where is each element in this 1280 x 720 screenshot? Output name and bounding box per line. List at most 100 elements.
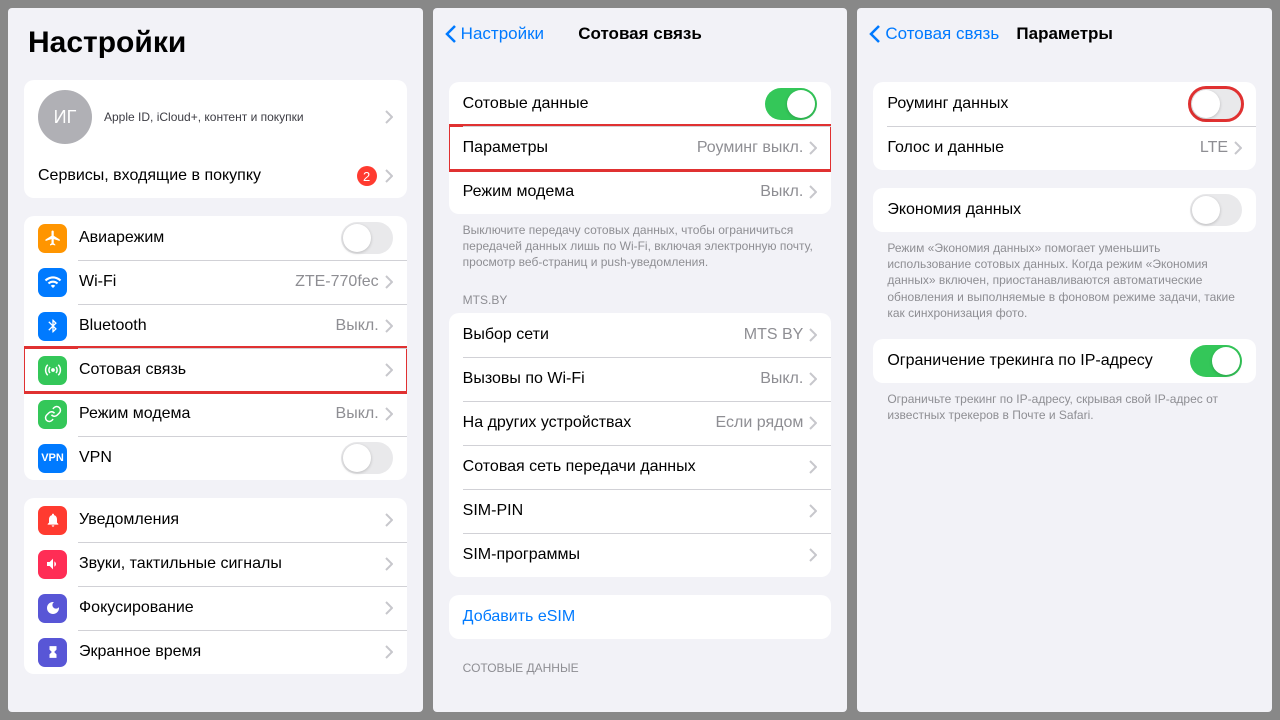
chevron-right-icon	[809, 185, 817, 199]
avatar: ИГ	[38, 90, 92, 144]
bluetooth-icon	[38, 312, 67, 341]
settings-row[interactable]: VPN VPN	[24, 436, 407, 480]
toggle-switch[interactable]	[1190, 345, 1242, 377]
row-label: Режим модема	[463, 183, 761, 201]
chevron-right-icon	[385, 645, 393, 659]
footer-note: Режим «Экономия данных» помогает уменьши…	[873, 232, 1256, 321]
roaming-group: Роуминг данных Голос и данныеLTE	[873, 82, 1256, 170]
speaker-icon	[38, 550, 67, 579]
toggle-switch[interactable]	[341, 222, 393, 254]
airplane-icon	[38, 224, 67, 253]
row-label: Авиарежим	[79, 229, 341, 247]
settings-row[interactable]: Сотовые данные	[449, 82, 832, 126]
page-title: Настройки	[8, 8, 423, 72]
toggle-switch[interactable]	[1190, 88, 1242, 120]
row-label: Выбор сети	[463, 326, 744, 344]
settings-row[interactable]: Звуки, тактильные сигналы	[24, 542, 407, 586]
settings-row[interactable]: Экранное время	[24, 630, 407, 674]
add-esim-button[interactable]: Добавить eSIM	[449, 595, 832, 639]
settings-row[interactable]: Роуминг данных	[873, 82, 1256, 126]
chevron-right-icon	[385, 275, 393, 289]
settings-row[interactable]: Фокусирование	[24, 586, 407, 630]
chevron-right-icon	[385, 407, 393, 421]
chevron-left-icon	[869, 24, 881, 44]
toggle-switch[interactable]	[1190, 194, 1242, 226]
subscriptions-row[interactable]: Сервисы, входящие в покупку 2	[24, 154, 407, 198]
add-esim-group: Добавить eSIM	[449, 595, 832, 639]
row-label: Экономия данных	[887, 201, 1190, 219]
back-label: Сотовая связь	[885, 24, 999, 44]
row-label: Bluetooth	[79, 317, 336, 335]
carrier-group: Выбор сетиMTS BYВызовы по Wi-FiВыкл.На д…	[449, 313, 832, 577]
chevron-right-icon	[1234, 141, 1242, 155]
settings-row[interactable]: BluetoothВыкл.	[24, 304, 407, 348]
vpn-icon: VPN	[38, 444, 67, 473]
row-label: Голос и данные	[887, 139, 1200, 157]
toggle-switch[interactable]	[341, 442, 393, 474]
row-label: Сервисы, входящие в покупку	[38, 167, 357, 185]
chevron-right-icon	[385, 169, 393, 183]
row-label: Уведомления	[79, 511, 385, 529]
ip-tracking-group: Ограничение трекинга по IP-адресу	[873, 339, 1256, 383]
row-label: SIM-PIN	[463, 502, 810, 520]
apple-id-subtitle: Apple ID, iCloud+, контент и покупки	[104, 110, 385, 124]
cellular-data-group: Сотовые данныеПараметрыРоуминг выкл.Режи…	[449, 82, 832, 214]
chevron-right-icon	[385, 557, 393, 571]
chevron-right-icon	[809, 372, 817, 386]
settings-row[interactable]: SIM-PIN	[449, 489, 832, 533]
settings-row[interactable]: Wi-FiZTE-770fec	[24, 260, 407, 304]
row-label: Роуминг данных	[887, 95, 1190, 113]
bell-icon	[38, 506, 67, 535]
settings-row[interactable]: ПараметрыРоуминг выкл.	[449, 126, 832, 170]
chevron-right-icon	[809, 504, 817, 518]
footer-note: Ограничьте трекинг по IP-адресу, скрывая…	[873, 383, 1256, 423]
settings-row[interactable]: SIM-программы	[449, 533, 832, 577]
row-label: Сотовая сеть передачи данных	[463, 458, 810, 476]
row-label: Сотовые данные	[463, 95, 766, 113]
data-saver-group: Экономия данных	[873, 188, 1256, 232]
settings-row[interactable]: Режим модемаВыкл.	[24, 392, 407, 436]
settings-row[interactable]: На других устройствахЕсли рядом	[449, 401, 832, 445]
nav-header: Настройки Сотовая связь	[433, 8, 848, 52]
row-label: Ограничение трекинга по IP-адресу	[887, 352, 1190, 370]
chevron-right-icon	[809, 460, 817, 474]
settings-row[interactable]: Голос и данныеLTE	[873, 126, 1256, 170]
settings-row[interactable]: Уведомления	[24, 498, 407, 542]
row-label: Звуки, тактильные сигналы	[79, 555, 385, 573]
row-label: VPN	[79, 449, 341, 467]
settings-row[interactable]: Выбор сетиMTS BY	[449, 313, 832, 357]
row-detail: Выкл.	[336, 405, 379, 423]
chevron-right-icon	[385, 513, 393, 527]
notifications-group: Уведомления Звуки, тактильные сигналы Фоку…	[24, 498, 407, 674]
footer-note: Выключите передачу сотовых данных, чтобы…	[449, 214, 832, 271]
row-detail: Если рядом	[716, 414, 804, 432]
chevron-right-icon	[385, 363, 393, 377]
toggle-switch[interactable]	[765, 88, 817, 120]
apple-id-row[interactable]: ИГ Apple ID, iCloud+, контент и покупки	[24, 80, 407, 154]
settings-row[interactable]: Авиарежим	[24, 216, 407, 260]
options-pane: Сотовая связь Параметры Роуминг данныхГо…	[857, 8, 1272, 712]
link-icon	[38, 400, 67, 429]
settings-row[interactable]: Сотовая сеть передачи данных	[449, 445, 832, 489]
settings-row[interactable]: Сотовая связь	[24, 348, 407, 392]
row-detail: Роуминг выкл.	[697, 139, 804, 157]
back-button[interactable]: Настройки	[445, 24, 544, 44]
back-label: Настройки	[461, 24, 544, 44]
row-detail: Выкл.	[336, 317, 379, 335]
row-detail: MTS BY	[744, 326, 804, 344]
chevron-right-icon	[809, 328, 817, 342]
back-button[interactable]: Сотовая связь	[869, 24, 999, 44]
row-detail: LTE	[1200, 139, 1228, 157]
settings-row[interactable]: Экономия данных	[873, 188, 1256, 232]
settings-row[interactable]: Ограничение трекинга по IP-адресу	[873, 339, 1256, 383]
badge-count: 2	[357, 166, 377, 186]
row-label: Экранное время	[79, 643, 385, 661]
settings-row[interactable]: Вызовы по Wi-FiВыкл.	[449, 357, 832, 401]
apple-id-group: ИГ Apple ID, iCloud+, контент и покупки …	[24, 80, 407, 198]
row-label: На других устройствах	[463, 414, 716, 432]
chevron-right-icon	[385, 110, 393, 124]
row-label: Фокусирование	[79, 599, 385, 617]
settings-row[interactable]: Режим модемаВыкл.	[449, 170, 832, 214]
row-label: Сотовая связь	[79, 361, 385, 379]
row-label: Параметры	[463, 139, 697, 157]
